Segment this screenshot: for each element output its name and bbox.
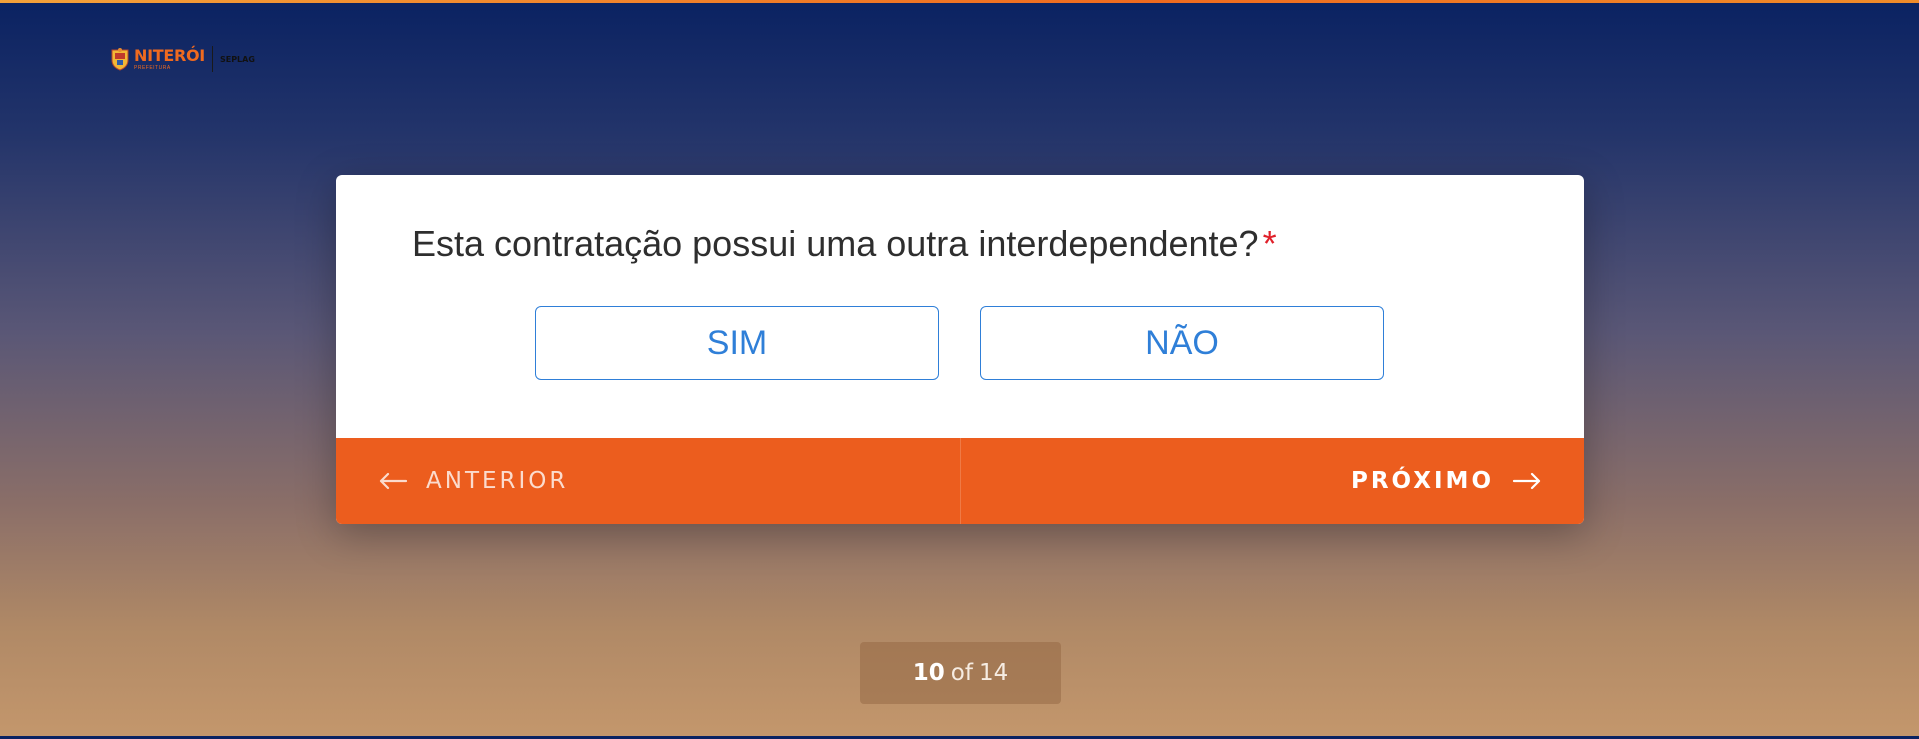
previous-button[interactable]: ANTERIOR <box>336 438 961 524</box>
arrow-right-icon <box>1512 472 1541 490</box>
logo-divider <box>211 46 213 72</box>
logo-name: NITERÓI <box>134 45 205 65</box>
previous-label: ANTERIOR <box>426 468 569 494</box>
option-nao-button[interactable]: NÃO <box>980 306 1384 380</box>
question-title: Esta contratação possui uma outra interd… <box>412 223 1277 265</box>
logo-department: SEPLAG <box>219 54 255 64</box>
top-accent-strip <box>0 0 1919 3</box>
city-crest-icon <box>111 48 129 71</box>
niteroi-logo: NITERÓI PREFEITURA SEPLAG <box>110 44 255 74</box>
question-text: Esta contratação possui uma outra interd… <box>412 223 1259 264</box>
pager-current: 10 <box>912 660 945 686</box>
page-indicator: 10 of 14 <box>860 642 1061 704</box>
navigation-bar: ANTERIOR PRÓXIMO <box>336 438 1584 524</box>
pager-total: 14 <box>978 660 1009 686</box>
arrow-left-icon <box>379 472 408 490</box>
logo-subtitle: PREFEITURA <box>134 64 171 71</box>
next-label: PRÓXIMO <box>1350 468 1494 494</box>
next-button[interactable]: PRÓXIMO <box>961 438 1585 524</box>
pager-of-label: of <box>950 660 973 686</box>
option-sim-label: SIM <box>706 323 768 362</box>
option-sim-button[interactable]: SIM <box>535 306 939 380</box>
option-nao-label: NÃO <box>1145 323 1219 362</box>
logo-text: NITERÓI PREFEITURA <box>134 45 205 71</box>
question-card: Esta contratação possui uma outra interd… <box>336 175 1584 524</box>
required-asterisk: * <box>1262 223 1277 264</box>
